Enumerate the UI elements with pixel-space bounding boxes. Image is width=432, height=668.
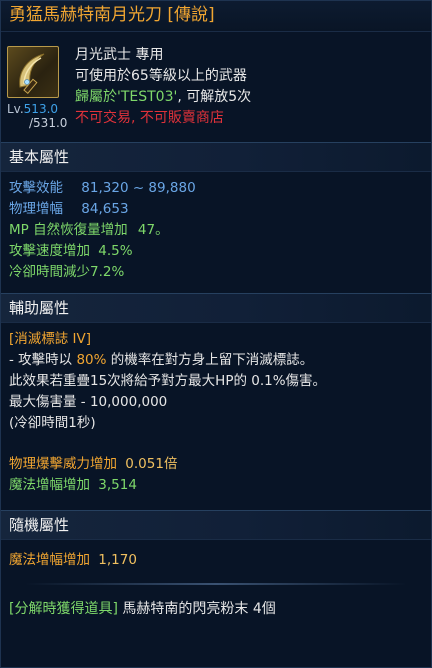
stat-label: MP 自然恢復量增加 <box>9 222 128 238</box>
item-meta: 月光武士 專用 可使用於65等級以上的武器 歸屬於'TEST03', 可解放5次… <box>75 45 251 129</box>
auxiliary-attributes: [消滅標誌 IV] - 攻擊時以 80% 的機率在對方身上留下消滅標誌。 此效果… <box>1 323 431 500</box>
stat-magic-amp: 魔法增幅增加 3,514 <box>9 475 423 496</box>
stat-label: 攻擊效能 <box>9 180 63 196</box>
stat-value: 1,170 <box>98 552 137 568</box>
disassemble-info: [分解時獲得道具] 馬赫特南的閃亮粉末 4個 <box>1 585 431 624</box>
item-level: Lv.513.0 <box>7 102 58 116</box>
random-attributes-header: 隨機屬性 <box>1 510 431 540</box>
stat-label: 物理增幅 <box>9 201 63 217</box>
stat-physical-amp: 物理增幅 84,653 <box>9 199 423 220</box>
effect-line-3: 最大傷害量 - 10,000,000 <box>9 394 168 410</box>
basic-attributes: 攻擊效能 81,320 ~ 89,880 物理增幅 84,653 MP 自然恢復… <box>1 172 431 287</box>
effect-name: [消滅標誌 IV] <box>9 331 92 347</box>
basic-attributes-header: 基本屬性 <box>1 142 431 172</box>
owner-name: 'TEST03' <box>117 89 178 105</box>
item-header: Lv.513.0 /531.0 月光武士 專用 可使用於65等級以上的武器 歸屬… <box>1 32 431 142</box>
crescent-blade-icon[interactable] <box>7 46 59 98</box>
stat-value: 7.2% <box>90 264 125 280</box>
stat-mp-regen: MP 自然恢復量增加 47。 <box>9 220 423 241</box>
effect-chance: 80% <box>76 352 107 368</box>
random-attributes: 魔法增幅增加 1,170 <box>1 540 431 575</box>
item-title: 勇猛馬赫特南月光刀 [傳說] <box>1 1 431 32</box>
item-tooltip: 勇猛馬赫特南月光刀 [傳說] Lv.513.0 /531.0 月光武士 專用 可… <box>0 0 432 668</box>
disassemble-line: [分解時獲得道具] 馬赫特南的閃亮粉末 4個 <box>9 599 423 620</box>
stat-value: 47。 <box>137 222 169 238</box>
effect-text: - 攻擊時以 <box>9 352 77 368</box>
stat-random-magic-amp: 魔法增幅增加 1,170 <box>9 550 423 571</box>
stat-value: 84,653 <box>81 201 129 217</box>
stat-value: 4.5% <box>98 243 133 259</box>
effect-line-4: (冷卻時間1秒) <box>9 415 96 431</box>
stat-label: 物理爆擊威力增加 <box>9 456 117 472</box>
trade-restriction: 不可交易, 不可販賣商店 <box>75 110 224 126</box>
level-requirement: 可使用於65等級以上的武器 <box>75 68 247 84</box>
level-prefix: Lv. <box>7 102 24 116</box>
level-current: 513.0 <box>23 102 59 116</box>
stat-attack-speed: 攻擊速度增加 4.5% <box>9 241 423 262</box>
disassemble-item: 馬赫特南的閃亮粉末 4個 <box>122 601 276 617</box>
owner-suffix: , 可解放5次 <box>177 89 252 105</box>
effect-line-2: 此效果若重疊15次將給予對方最大HP的 0.1%傷害。 <box>9 373 327 389</box>
effect-text: 的機率在對方身上留下消滅標誌。 <box>106 352 314 368</box>
level-max: /531.0 <box>29 116 68 130</box>
stat-label: 魔法增幅增加 <box>9 552 90 568</box>
stat-value: 0.051倍 <box>125 456 178 472</box>
stat-label: 冷卻時間減少 <box>9 264 90 280</box>
disassemble-label: [分解時獲得道具] <box>9 601 118 617</box>
stat-label: 攻擊速度增加 <box>9 243 90 259</box>
stat-physical-crit: 物理爆擊威力增加 0.051倍 <box>9 454 423 475</box>
stat-value: 3,514 <box>98 477 137 493</box>
effect-line-1: - 攻擊時以 80% 的機率在對方身上留下消滅標誌。 <box>9 350 423 371</box>
auxiliary-attributes-header: 輔助屬性 <box>1 293 431 323</box>
stat-value: 81,320 ~ 89,880 <box>81 180 196 196</box>
owner-line: 歸屬於'TEST03', 可解放5次 <box>75 87 251 108</box>
owner-prefix: 歸屬於 <box>75 89 117 105</box>
stat-label: 魔法增幅增加 <box>9 477 90 493</box>
class-restriction: 月光武士 專用 <box>75 47 164 63</box>
stat-cooldown: 冷卻時間減少7.2% <box>9 262 423 283</box>
stat-attack-power: 攻擊效能 81,320 ~ 89,880 <box>9 178 423 199</box>
